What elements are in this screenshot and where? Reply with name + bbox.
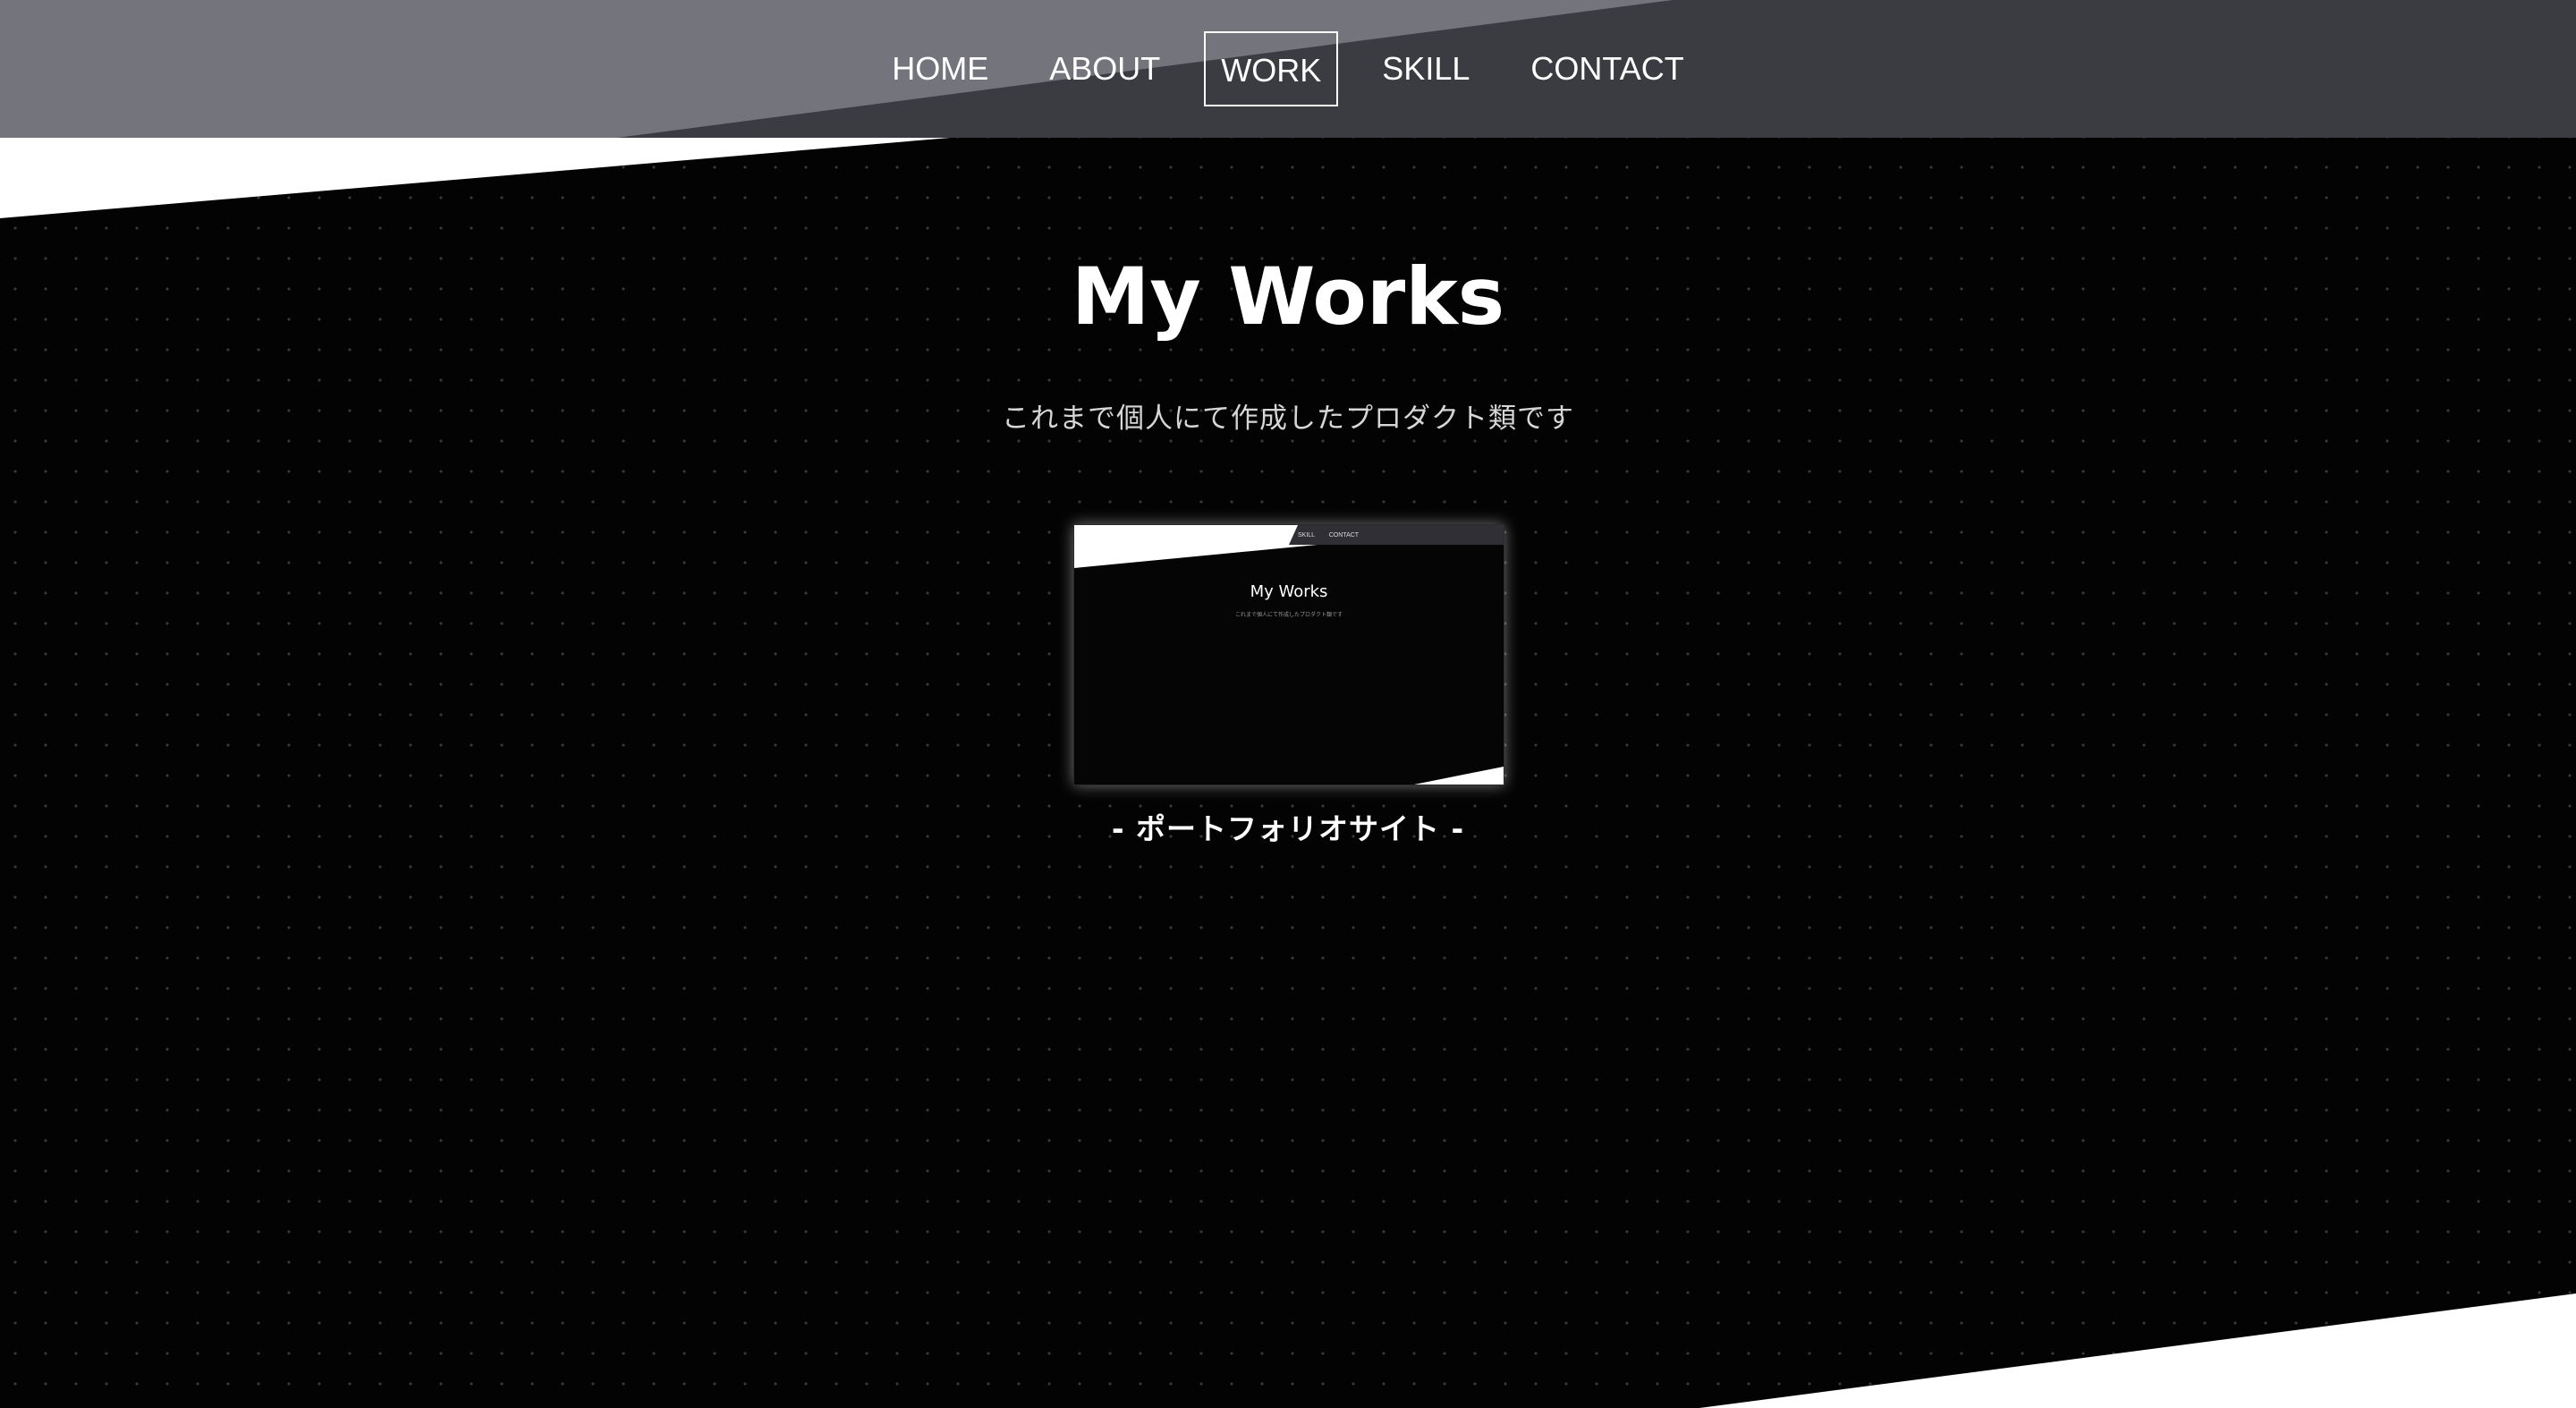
page-subtitle: これまで個人にて作成したプロダクト類です	[1002, 403, 1574, 435]
thumbnail-nav-text: SKILL CONTACT	[1298, 532, 1360, 539]
thumbnail-subtitle: これまで個人にて作成したプロダクト類です	[1234, 612, 1343, 618]
work-caption[interactable]: - ポートフォリオサイト -	[984, 805, 1592, 848]
main-navigation: HOME ABOUT WORK SKILL CONTACT	[0, 0, 2576, 138]
page-title: My Works	[1071, 250, 1505, 343]
works-section: My Works これまで個人にて作成したプロダクト類です SKILL CONT…	[0, 0, 2576, 1408]
thumbnail-white-corner	[1414, 767, 1504, 785]
nav-item-contact[interactable]: CONTACT	[1513, 38, 1700, 99]
nav-item-home[interactable]: HOME	[875, 38, 1005, 99]
nav-item-skill[interactable]: SKILL	[1365, 38, 1487, 99]
work-thumbnail[interactable]: SKILL CONTACT My Works これまで個人にて作成したプロダクト…	[1073, 524, 1504, 785]
site-header: HOME ABOUT WORK SKILL CONTACT	[0, 0, 2576, 138]
nav-item-work[interactable]: WORK	[1204, 31, 1339, 106]
work-card-portfolio[interactable]: SKILL CONTACT My Works これまで個人にて作成したプロダクト…	[1073, 524, 1504, 785]
page: HOME ABOUT WORK SKILL CONTACT My Works こ…	[0, 0, 2576, 1408]
nav-item-about[interactable]: ABOUT	[1032, 38, 1177, 99]
thumbnail-title: My Works	[1250, 582, 1328, 601]
